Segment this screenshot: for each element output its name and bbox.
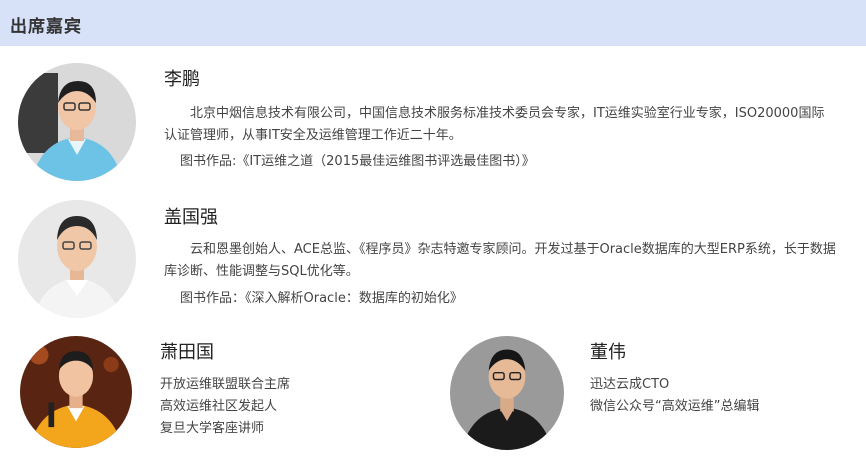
books-value: 《IT运维之道（2015最佳运维图书评选最佳图书）》 — [236, 154, 535, 169]
guest-name: 李鹏 — [164, 69, 200, 90]
guest-bio: 北京中烟信息技术有限公司，中国信息技术服务标准技术委员会专家，IT运维实验室行业… — [164, 103, 836, 147]
avatar-dong-wei — [450, 336, 564, 450]
role-line: 复旦大学客座讲师 — [160, 421, 265, 436]
guest-books: 图书作品:《IT运维之道（2015最佳运维图书评选最佳图书）》 — [180, 150, 535, 169]
section-title: 出席嘉宾 — [10, 17, 82, 37]
role-line: 高效运维社区发起人 — [160, 399, 278, 414]
guest-name: 董伟 — [590, 342, 626, 363]
books-label: 图书作品: — [180, 154, 237, 169]
guest-name: 盖国强 — [164, 207, 218, 228]
avatar-li-peng — [18, 63, 136, 181]
books-label: 图书作品： — [180, 291, 246, 306]
guest-books: 图书作品：《深入解析Oracle：数据库的初始化》 — [180, 287, 463, 306]
role-line: 开放运维联盟联合主席 — [160, 377, 291, 392]
avatar-xiao-tianguo — [20, 336, 132, 448]
guest-roles: 开放运维联盟联合主席 高效运维社区发起人 复旦大学客座讲师 — [160, 374, 290, 440]
guest-bio-text: 北京中烟信息技术有限公司，中国信息技术服务标准技术委员会专家，IT运维实验室行业… — [164, 106, 825, 143]
guest-roles: 迅达云成CTO 微信公众号“高效运维”总编辑 — [590, 374, 759, 418]
section-header: 出席嘉宾 — [0, 0, 866, 46]
guest-bio: 云和恩墨创始人、ACE总监、《程序员》杂志特邀专家顾问。开发过基于Oracle数… — [164, 239, 836, 283]
role-line: 迅达云成CTO — [590, 377, 670, 392]
guest-name: 萧田国 — [160, 342, 214, 363]
role-line: 微信公众号“高效运维”总编辑 — [590, 399, 760, 414]
avatar-gai-guoqiang — [18, 200, 136, 318]
guest-bio-text: 云和恩墨创始人、ACE总监、《程序员》杂志特邀专家顾问。开发过基于Oracle数… — [164, 242, 836, 279]
books-value: 《深入解析Oracle：数据库的初始化》 — [245, 291, 463, 306]
